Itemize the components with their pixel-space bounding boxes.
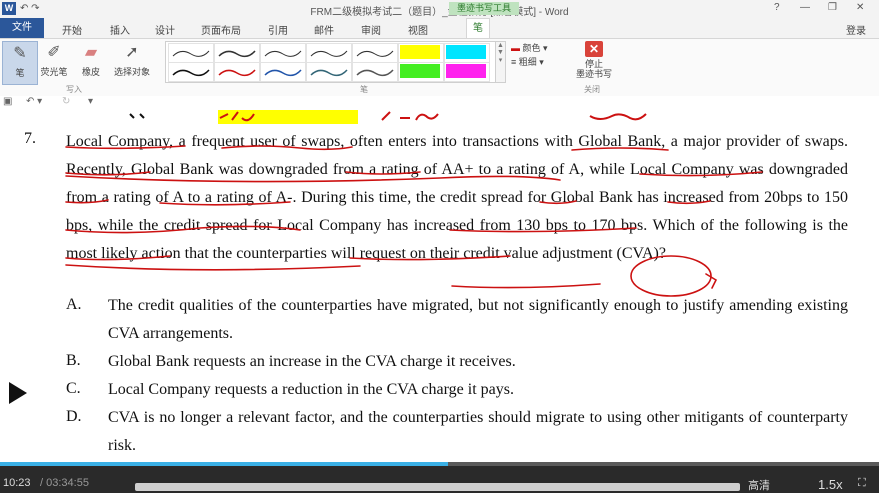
tab-review[interactable]: 审阅 [361,22,381,37]
tab-view[interactable]: 视图 [408,22,428,37]
pen-style-blue[interactable] [260,62,306,82]
pen-style-gray[interactable] [352,62,398,82]
redo-icon[interactable]: ↻ [62,96,70,107]
color-dropdown[interactable]: ▬ 颜色 ▾ [511,41,548,54]
fullscreen-icon[interactable]: ⛶ [858,477,866,490]
seek-bar[interactable] [135,483,740,491]
quick-access-row: ▣ ↶ ▾ ↻ ▾ [0,96,879,110]
progress-fill [0,462,449,466]
ink-tools-context-tab: 墨迹书写工具 [449,2,519,15]
highlighter-cyan[interactable] [444,43,490,63]
highlighter-tool-label: 荧光笔 [40,67,68,77]
pen-style-teal[interactable] [306,62,352,82]
customize-qat-icon[interactable]: ▾ [88,96,93,107]
tab-references[interactable]: 引用 [268,22,288,37]
option-b-letter: B. [66,352,81,369]
video-controls: 10:23 / 03:34:55 高清 1.5x ⛶ [0,462,879,493]
tab-home[interactable]: 开始 [62,22,82,37]
ink-ribbon: ✎ 笔 ✐ 荧光笔 ▰ 橡皮 ➚ 选择对象 写入 ▲ ▼ ▾ 笔 ▬ 颜色 ▾ ≡ [0,39,879,97]
pen-style-4[interactable] [306,43,352,63]
weight-icon: ≡ [511,57,517,67]
group-label-pens: 笔 [360,85,368,94]
pen-icon: ✎ [13,45,27,62]
stop-inking-label: 停止 墨迹书写 [575,59,612,79]
group-label-write: 写入 [66,85,82,94]
pen-tool-label: 笔 [15,68,25,78]
option-d-letter: D. [66,408,82,425]
total-time: / 03:34:55 [40,477,89,489]
ribbon-tabs: 文件 开始 插入 设计 页面布局 引用 邮件 审阅 视图 笔 登录 [0,18,879,39]
pen-style-red[interactable] [214,62,260,82]
progress-track[interactable] [0,462,879,466]
weight-label: 粗细 [518,57,537,67]
pen-style-1[interactable] [168,43,214,63]
pen-style-6[interactable] [168,62,214,82]
tab-insert[interactable]: 插入 [110,22,130,37]
group-label-close: 关闭 [584,85,600,94]
tab-file[interactable]: 文件 [0,18,44,38]
option-c-letter: C. [66,380,81,397]
restore-button[interactable]: ❐ [828,2,837,13]
question-stem: Local Company, a frequent user of swaps,… [66,133,848,262]
help-button[interactable]: ? [774,2,780,13]
ink-underline-17 [451,283,601,289]
highlighter-icon: ✐ [47,44,61,61]
current-time: 10:23 [3,477,31,489]
close-button[interactable]: ✕ [856,2,864,13]
highlighter-green[interactable] [398,62,444,82]
option-b-text: Global Bank requests an increase in the … [108,353,516,370]
option-a-text: The credit qualities of the counterparti… [108,297,848,342]
pen-style-2[interactable] [214,43,260,63]
color-icon: ▬ [511,43,520,53]
select-cursor-icon: ➚ [125,44,139,61]
ink-arrow-cva [705,273,718,289]
highlighter-yellow[interactable] [398,43,444,63]
select-objects-button[interactable]: ➚ 选择对象 [111,41,153,83]
eraser-tool-label: 橡皮 [81,67,100,77]
tab-design[interactable]: 设计 [155,22,175,37]
save-icon[interactable]: ▣ [3,96,12,107]
pen-gallery-scroll[interactable]: ▲ ▼ ▾ [495,41,506,83]
stop-inking-button[interactable]: ✕ 停止 墨迹书写 [571,41,617,83]
speed-selector[interactable]: 1.5x [818,477,843,492]
tab-pens[interactable]: 笔 [466,18,490,38]
eraser-tool-button[interactable]: ▰ 橡皮 [74,41,108,83]
minimize-button[interactable]: — [800,2,810,13]
question-number: 7. [24,130,36,147]
pen-gallery [165,41,497,83]
highlighter-magenta[interactable] [444,62,490,82]
highlighter-tool-button[interactable]: ✐ 荧光笔 [37,41,71,83]
document-page[interactable]: 7. Local Company, a frequent user of swa… [0,110,879,462]
color-label: 颜色 [522,43,541,53]
pen-style-3[interactable] [260,43,306,63]
play-icon [9,382,27,404]
eraser-icon: ▰ [84,44,98,61]
option-d-text: CVA is no longer a relevant factor, and … [108,409,848,454]
option-c-text: Local Company requests a reduction in th… [108,381,514,398]
weight-dropdown[interactable]: ≡ 粗细 ▾ [511,55,544,68]
quality-selector[interactable]: 高清 [748,477,770,493]
undo-icon[interactable]: ↶ ▾ [26,96,42,107]
pen-tool-button[interactable]: ✎ 笔 [2,41,38,85]
stop-icon: ✕ [585,41,603,57]
window-title: FRM二级模拟考试二（题目）_金程教育 [兼容模式] - Word [310,7,569,18]
previous-question-cut-off-ink [129,110,647,124]
tab-mailings[interactable]: 邮件 [314,22,334,37]
select-objects-label: 选择对象 [113,67,150,77]
login-link[interactable]: 登录 [846,22,866,37]
pen-style-5[interactable] [352,43,398,63]
title-bar: W ↶ ↷ FRM二级模拟考试二（题目）_金程教育 [兼容模式] - Word … [0,0,879,18]
tab-layout[interactable]: 页面布局 [201,22,241,37]
option-a-letter: A. [66,296,82,313]
